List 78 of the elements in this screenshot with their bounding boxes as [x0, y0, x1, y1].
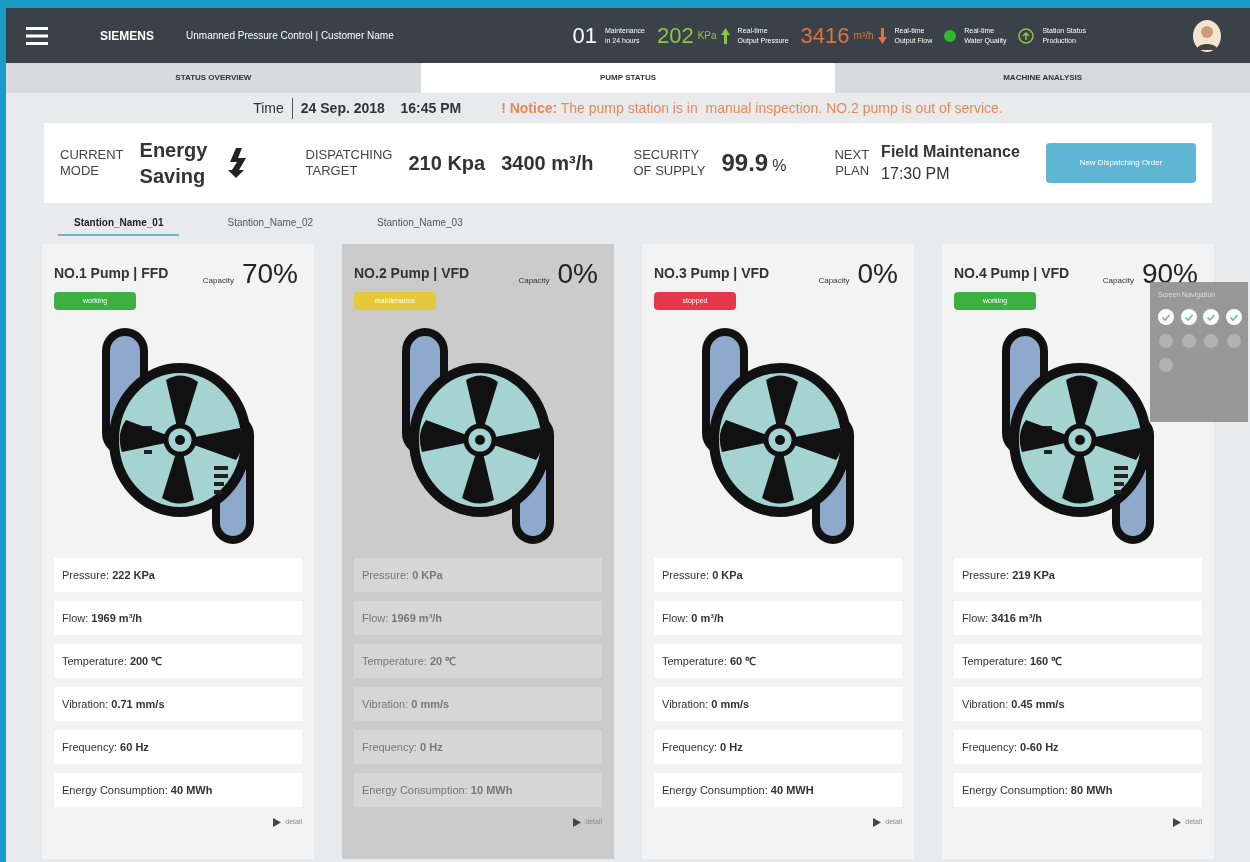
info-label: SECURITY OF SUPPLY	[633, 147, 706, 179]
play-icon	[1173, 817, 1182, 827]
metric-row: Flow: 3416 m³/h	[954, 601, 1202, 635]
check-circle-icon[interactable]	[1158, 308, 1174, 325]
nav-tab[interactable]: MACHINE ANALYSIS	[835, 63, 1250, 93]
station-tab[interactable]: Stantion_Name_01	[58, 215, 180, 236]
capacity-value: 70%	[241, 260, 298, 288]
capacity-label: Capacity	[202, 275, 234, 287]
metric-row: Vibration: 0.71 mm/s	[54, 687, 302, 721]
play-icon	[873, 817, 882, 827]
capacity-label: Capacity	[518, 275, 550, 287]
target-pressure: 210 Kpa	[408, 151, 486, 176]
metric-row: Energy Consumption: 40 MWH	[654, 773, 902, 807]
metric-row: Vibration: 0 mm/s	[354, 687, 602, 721]
pump-title: NO.4 Pump | VFD	[954, 264, 1070, 283]
capacity-value: 0%	[857, 260, 898, 288]
app-title: Unmanned Pressure Control | Customer Name	[186, 29, 394, 43]
stat-unit: m³/h	[853, 29, 874, 43]
info-label: DISPATCHING TARGET	[305, 147, 393, 179]
play-icon	[273, 817, 282, 827]
metric-row: Pressure: 0 KPa	[654, 558, 902, 592]
notice-text: ! Notice: The pump station is in manual inspection. NO.2 pump is out of service.	[501, 98, 1003, 118]
check-circle-icon[interactable]	[1180, 308, 1197, 325]
metric-row: Energy Consumption: 10 MWh	[354, 773, 602, 807]
play-icon	[573, 817, 582, 827]
station-tab[interactable]: Stantion_Name_03	[361, 215, 479, 236]
status-dot-icon	[944, 29, 957, 42]
nav-tab[interactable]: STATUS OVERVIEW	[6, 63, 421, 93]
mode-value: Energy Saving	[139, 138, 209, 189]
metric-row: Energy Consumption: 40 MWh	[54, 773, 302, 807]
metric-row: Flow: 0 m³/h	[654, 601, 902, 635]
metric-row: Temperature: 20 ℃	[354, 644, 602, 678]
stat-value: 01	[572, 24, 597, 47]
pump-title: NO.2 Pump | VFD	[354, 264, 470, 283]
metric-row: Energy Consumption: 80 MWh	[954, 773, 1202, 807]
metric-row: Flow: 1969 m³/h	[354, 601, 602, 635]
metric-row: Vibration: 0 mm/s	[654, 687, 902, 721]
info-label: NEXT PLAN	[834, 147, 870, 179]
capacity-value: 90%	[1141, 260, 1198, 288]
info-label: CURRENT MODE	[60, 147, 124, 179]
lightning-icon	[227, 148, 248, 178]
metric-row: Pressure: 222 KPa	[54, 558, 302, 592]
capacity-label: Capacity	[818, 275, 850, 287]
pump-title: NO.3 Pump | VFD	[654, 264, 770, 283]
menu-icon[interactable]	[26, 26, 48, 45]
arrow-down-icon	[877, 27, 887, 44]
metric-row: Temperature: 200 ℃	[54, 644, 302, 678]
stat-value: 202	[656, 24, 694, 47]
capacity-value: 0%	[557, 260, 598, 288]
metric-row: Pressure: 219 KPa	[954, 558, 1202, 592]
stat-unit: KPa	[697, 29, 717, 43]
target-flow: 3400 m³/h	[501, 151, 594, 176]
check-circle-icon[interactable]	[1203, 308, 1219, 325]
pump-title: NO.1 Pump | FFD	[54, 264, 169, 283]
time-value: 24 Sep. 2018 16:45 PM	[291, 97, 462, 119]
metric-row: Frequency: 0-60 Hz	[954, 730, 1202, 764]
metric-row: Vibration: 0.45 mm/s	[954, 687, 1202, 721]
nav-tab[interactable]: PUMP STATUS	[420, 63, 836, 93]
metric-row: Pressure: 0 KPa	[354, 558, 602, 592]
stat-value: 3416	[800, 24, 850, 47]
time-label: Time	[253, 98, 284, 118]
capacity-label: Capacity	[1102, 275, 1134, 287]
arrow-up-icon	[720, 27, 730, 44]
plan-title: Field Maintenance	[881, 142, 1020, 162]
avatar-icon[interactable]	[1192, 19, 1222, 52]
station-tab[interactable]: Stantion_Name_02	[211, 215, 330, 236]
security-unit: %	[772, 156, 787, 176]
brand-logo: SIEMENS	[100, 27, 154, 45]
arrow-up-circle-icon	[1018, 27, 1035, 44]
metric-row: Frequency: 0 Hz	[654, 730, 902, 764]
security-value: 99.9	[721, 148, 769, 178]
plan-time: 17:30 PM	[881, 164, 951, 184]
metric-row: Temperature: 60 ℃	[654, 644, 902, 678]
metric-row: Frequency: 60 Hz	[54, 730, 302, 764]
metric-row: Flow: 1969 m³/h	[54, 601, 302, 635]
check-circle-icon[interactable]	[1225, 308, 1242, 325]
metric-row: Frequency: 0 Hz	[354, 730, 602, 764]
metric-row: Temperature: 160 ℃	[954, 644, 1202, 678]
